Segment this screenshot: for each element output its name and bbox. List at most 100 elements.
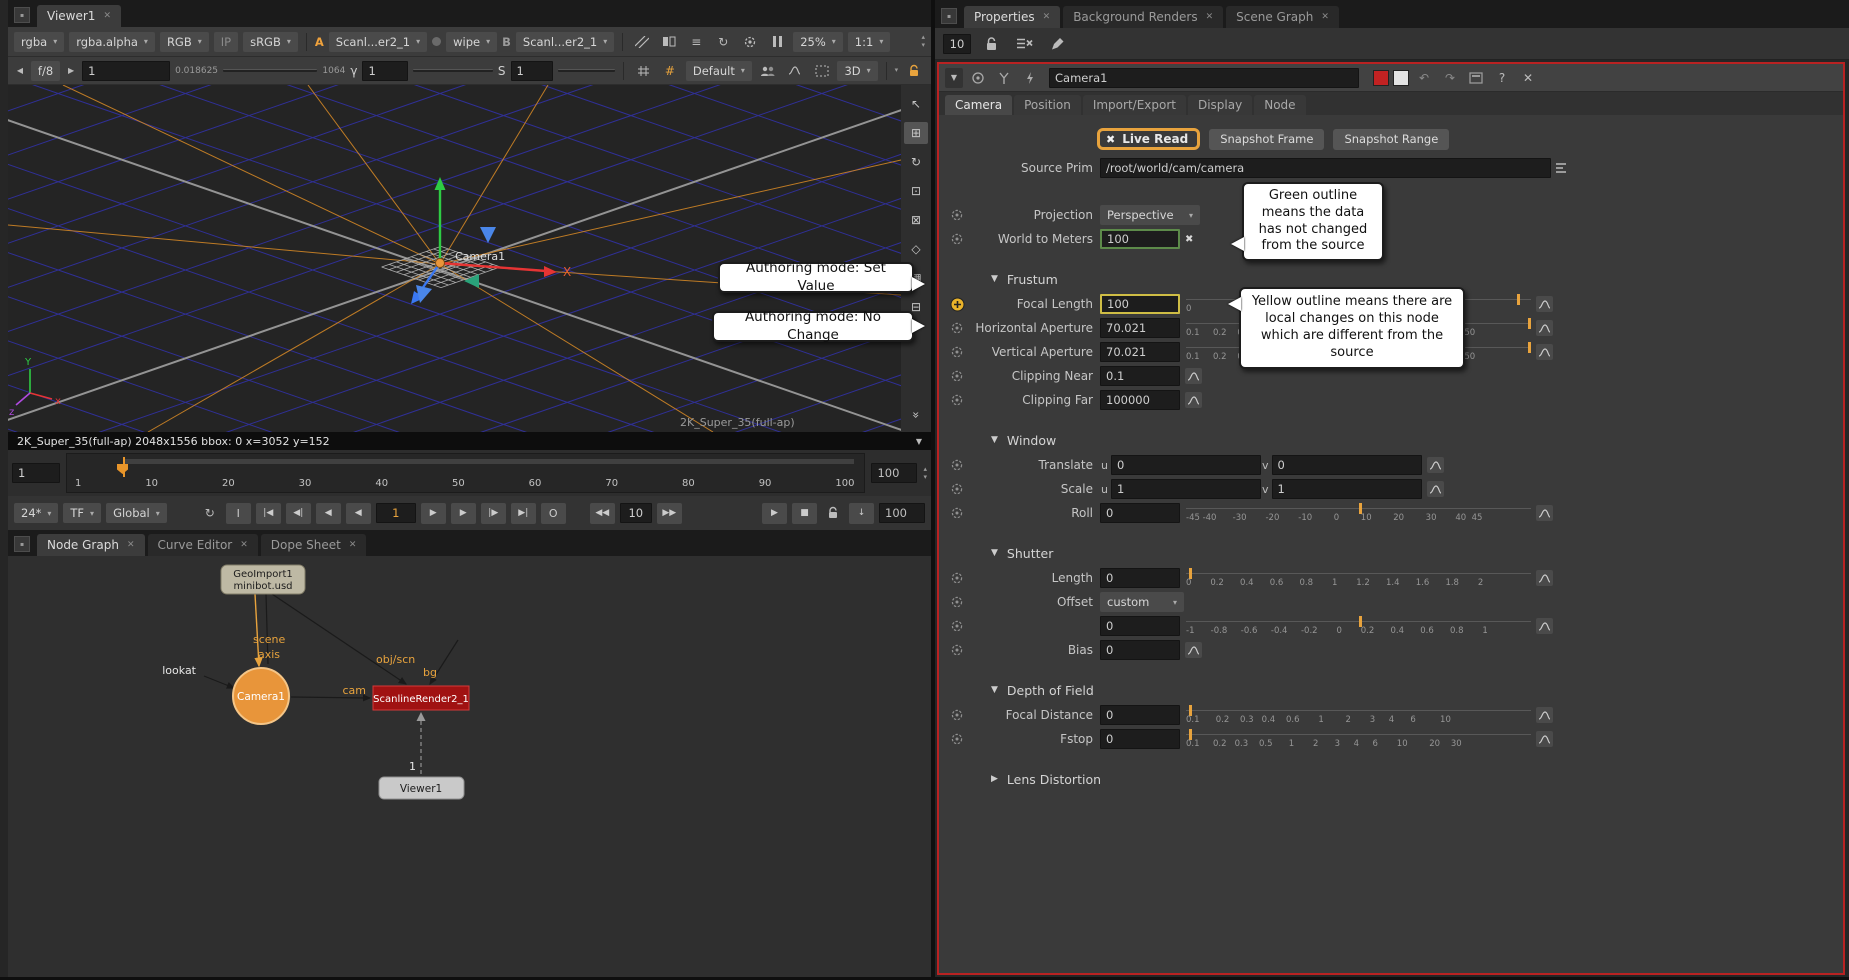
a-input-dropdown[interactable]: Scanl...er2_1: [329, 32, 427, 52]
range-in-input[interactable]: [12, 463, 60, 483]
close-panel-icon[interactable]: ✕: [1517, 68, 1539, 88]
tab-close-icon[interactable]: ✕: [349, 540, 357, 550]
shutter-custom-offset-slider[interactable]: -1 -0.8 -0.6 -0.4 -0.2 0 0.2 0.4 0.6 0.8…: [1186, 615, 1531, 637]
authoring-mode-icon[interactable]: [949, 619, 965, 633]
a-buffer-label[interactable]: A: [315, 35, 324, 49]
tab-import-export[interactable]: Import/Export: [1083, 95, 1186, 115]
fstop-input[interactable]: [1100, 729, 1180, 749]
node-camera1[interactable]: Camera1: [231, 666, 291, 726]
3d-viewport[interactable]: X Camera1 Y x z 2K_Super_35(full-ap): [8, 85, 901, 432]
range-mode-dropdown[interactable]: Global: [106, 503, 167, 523]
pause-icon[interactable]: [766, 32, 788, 52]
scenegraph-browse-icon[interactable]: [1551, 158, 1571, 178]
play-backward-button[interactable]: ◀: [346, 503, 371, 524]
animation-curve-button[interactable]: [1185, 368, 1202, 384]
b-input-dropdown[interactable]: Scanl...er2_1: [516, 32, 614, 52]
select-cursor-icon[interactable]: ↖: [904, 93, 928, 115]
gamma-slider[interactable]: [413, 69, 492, 72]
fstop-button[interactable]: f/8: [31, 61, 60, 81]
horizontal-aperture-input[interactable]: [1100, 318, 1180, 338]
authoring-mode-icon[interactable]: [949, 208, 965, 222]
roll-input[interactable]: [1100, 503, 1180, 523]
next-keyframe-button[interactable]: |▶: [481, 503, 506, 524]
gain-input[interactable]: [82, 61, 170, 81]
gain-decrease-icon[interactable]: ◀: [14, 61, 26, 81]
playhead[interactable]: [123, 457, 125, 477]
tab-viewer1[interactable]: Viewer1 ✕: [37, 5, 121, 27]
animation-curve-button[interactable]: [1185, 392, 1202, 408]
skew-tool-icon[interactable]: ⊠: [904, 209, 928, 231]
status-dropdown-icon[interactable]: ▼: [916, 437, 922, 446]
clipping-far-input[interactable]: [1100, 390, 1180, 410]
stop-render-icon[interactable]: ■: [792, 503, 817, 524]
tab-scene-graph[interactable]: Scene Graph✕: [1226, 6, 1339, 28]
snapshot-frame-button[interactable]: Snapshot Frame: [1209, 129, 1324, 150]
redo-icon[interactable]: ↷: [1439, 68, 1461, 88]
view-mode-3d-dropdown[interactable]: 3D: [837, 61, 877, 81]
authoring-mode-icon[interactable]: [949, 595, 965, 609]
wipe-mode-dropdown[interactable]: wipe: [446, 32, 497, 52]
timeline-tf-dropdown[interactable]: TF: [63, 503, 101, 523]
scale-tool-icon[interactable]: ⊡: [904, 180, 928, 202]
stripes-overlay-icon[interactable]: [631, 32, 653, 52]
translate-tool-icon[interactable]: ⊞: [904, 122, 928, 144]
authoring-mode-icon[interactable]: [949, 232, 965, 246]
center-in-dag-icon[interactable]: [967, 68, 989, 88]
dof-section-header[interactable]: ▼ Depth of Field: [939, 682, 1571, 698]
animation-curve-button[interactable]: [1185, 642, 1202, 658]
shutter-offset-dropdown[interactable]: custom: [1100, 592, 1184, 612]
animation-curve-button[interactable]: [1536, 618, 1553, 634]
authoring-mode-icon[interactable]: [949, 571, 965, 585]
focal-distance-slider[interactable]: 0.1 0.2 0.3 0.4 0.6 1 2 3 4 6 10: [1186, 704, 1531, 726]
pane-menu-icon[interactable]: ▪: [14, 7, 30, 23]
viewer-lut-dropdown[interactable]: sRGB: [243, 32, 298, 52]
goto-start-button[interactable]: |◀: [256, 503, 281, 524]
roll-slider[interactable]: -45 -40 -30 -20 -10 0 10 20 30 40 45: [1186, 502, 1531, 524]
layer-dropdown[interactable]: rgba: [14, 32, 64, 52]
translate-v-input[interactable]: [1272, 455, 1422, 475]
live-read-checkbox[interactable]: ✖ Live Read: [1097, 128, 1200, 150]
window-section-header[interactable]: ▼ Window: [939, 432, 1571, 448]
grid-hash-icon[interactable]: #: [659, 61, 681, 81]
render-settings-icon[interactable]: [739, 32, 761, 52]
animation-curve-button[interactable]: [1536, 344, 1553, 360]
scale-u-input[interactable]: [1111, 479, 1261, 499]
shutter-custom-offset-input[interactable]: [1100, 616, 1180, 636]
panel-collapse-icon[interactable]: ▼: [945, 68, 963, 88]
tab-close-icon[interactable]: ✕: [103, 11, 111, 21]
source-prim-input[interactable]: [1100, 158, 1551, 178]
toolbar-expand-icon[interactable]: ▴▾: [921, 34, 925, 49]
pivot-tool-icon[interactable]: ◇: [904, 238, 928, 260]
shutter-section-header[interactable]: ▼ Shutter: [939, 545, 1571, 561]
world-to-meters-input[interactable]: [1100, 229, 1180, 249]
roi-dashed-box-icon[interactable]: [811, 61, 833, 81]
set-in-button[interactable]: I: [226, 503, 251, 524]
translate-u-input[interactable]: [1111, 455, 1261, 475]
clear-panels-icon[interactable]: [1011, 34, 1037, 54]
edge-cam[interactable]: [291, 697, 370, 698]
scale-v-input[interactable]: [1272, 479, 1422, 499]
snapshot-range-button[interactable]: Snapshot Range: [1333, 129, 1449, 150]
shutter-length-input[interactable]: [1100, 568, 1180, 588]
tab-node[interactable]: Node: [1254, 95, 1305, 115]
node-name-input[interactable]: [1049, 68, 1359, 88]
hierarchy-icon[interactable]: [993, 68, 1015, 88]
saturation-input[interactable]: [511, 61, 553, 81]
pane-menu-icon[interactable]: ▪: [941, 8, 957, 24]
focal-length-input[interactable]: [1100, 294, 1180, 314]
lens-distortion-section-header[interactable]: ▶ Lens Distortion: [939, 771, 1571, 787]
current-frame-input[interactable]: [376, 503, 416, 523]
authoring-mode-icon[interactable]: [949, 369, 965, 383]
node-geoimport[interactable]: GeoImport1 minibot.usd: [221, 565, 305, 594]
undo-icon[interactable]: ↶: [1413, 68, 1435, 88]
tab-properties[interactable]: Properties✕: [964, 6, 1060, 28]
fstop-slider[interactable]: 0.1 0.2 0.3 0.5 1 2 3 4 6 10 20 30: [1186, 728, 1531, 750]
authoring-mode-icon[interactable]: [949, 458, 965, 472]
gamma-input[interactable]: [362, 61, 408, 81]
animation-curve-button[interactable]: [1536, 707, 1553, 723]
split-view-icon[interactable]: [658, 32, 680, 52]
saturation-slider[interactable]: [558, 69, 616, 72]
help-icon[interactable]: ?: [1491, 68, 1513, 88]
edge-objscn[interactable]: [272, 594, 406, 684]
guides-icon[interactable]: [632, 61, 654, 81]
